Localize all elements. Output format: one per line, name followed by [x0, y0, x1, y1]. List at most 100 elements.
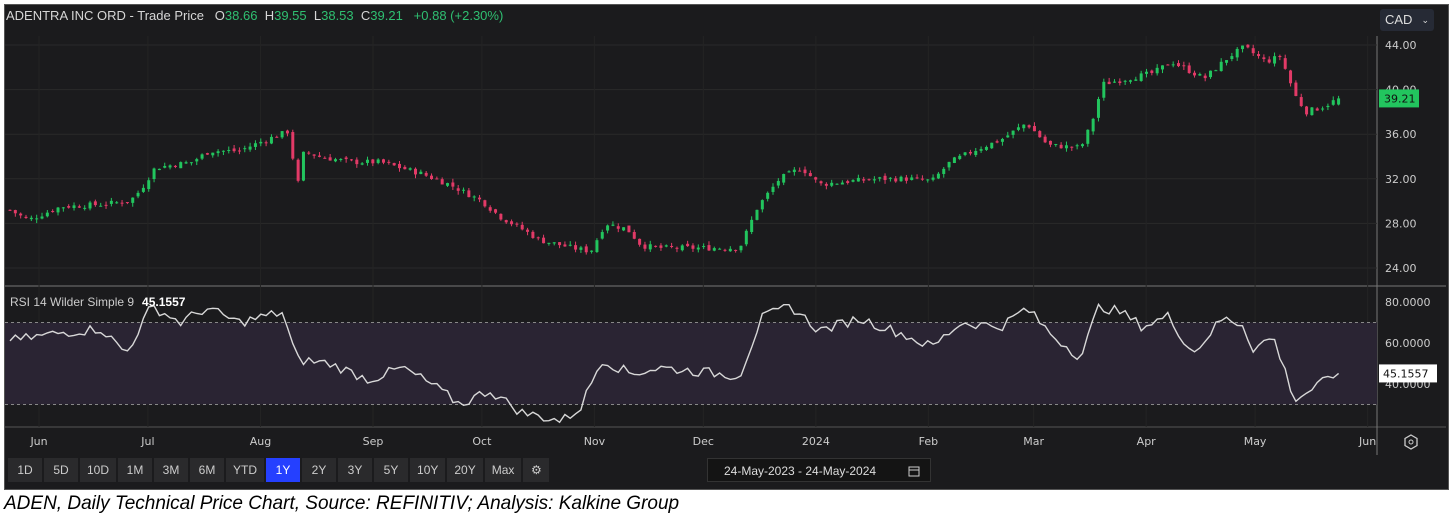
candle: [1064, 141, 1068, 152]
candle: [371, 158, 375, 167]
candle: [1086, 129, 1090, 147]
candle: [1278, 54, 1282, 61]
high-label: H: [264, 8, 275, 23]
candle: [1128, 79, 1132, 84]
candle: [179, 161, 183, 169]
candle: [456, 184, 460, 195]
candle: [1193, 70, 1197, 78]
candle: [307, 151, 311, 155]
candle: [333, 157, 337, 163]
candle: [563, 241, 567, 247]
candle: [93, 199, 97, 207]
range-button-6m[interactable]: 6M: [190, 458, 225, 482]
candle: [1043, 134, 1047, 144]
range-settings-icon[interactable]: ⚙: [523, 458, 550, 482]
candle: [1134, 76, 1138, 81]
candle: [67, 204, 71, 209]
candle: [184, 160, 188, 164]
candle: [328, 154, 332, 161]
candle: [824, 182, 828, 190]
candle: [136, 190, 140, 199]
range-button-5y[interactable]: 5Y: [374, 458, 409, 482]
range-button-1y[interactable]: 1Y: [266, 458, 301, 482]
candle: [1209, 70, 1213, 79]
candle: [627, 225, 631, 233]
candle: [600, 229, 604, 240]
candle: [355, 157, 359, 168]
rsi-legend-value: 45.1557: [142, 295, 186, 309]
candle: [675, 246, 679, 253]
price-tick-label: 36.00: [1385, 128, 1417, 141]
candle: [760, 199, 764, 213]
candle: [1112, 79, 1116, 83]
candle: [163, 162, 167, 169]
candle: [1006, 131, 1010, 138]
candle: [963, 151, 967, 157]
candle: [968, 149, 972, 156]
candle: [638, 238, 642, 247]
open-value: 38.66: [224, 8, 258, 23]
candle: [1187, 62, 1191, 74]
candle: [1139, 70, 1143, 82]
rsi-last-value: 45.1557: [1383, 367, 1429, 380]
candle: [1294, 80, 1298, 97]
candle: [718, 247, 722, 250]
range-button-3m[interactable]: 3M: [154, 458, 189, 482]
candle: [990, 142, 994, 150]
candle: [1118, 78, 1122, 86]
candle: [670, 242, 674, 249]
candle: [131, 197, 135, 207]
candle: [478, 194, 482, 203]
candle: [904, 174, 908, 184]
calendar-icon: [908, 466, 920, 477]
candle: [19, 212, 23, 219]
candle: [862, 176, 866, 184]
change-value: +0.88 (+2.30%): [413, 8, 504, 23]
candle: [947, 161, 951, 171]
candle: [419, 169, 423, 175]
candle: [1000, 137, 1004, 146]
range-button-2y[interactable]: 2Y: [302, 458, 337, 482]
range-button-10y[interactable]: 10Y: [410, 458, 446, 482]
range-button-1m[interactable]: 1M: [118, 458, 153, 482]
candle: [1326, 103, 1330, 111]
candle: [83, 205, 87, 211]
range-button-10d[interactable]: 10D: [80, 458, 117, 482]
currency-select[interactable]: CAD ⌄: [1380, 9, 1434, 31]
candle: [1102, 78, 1106, 101]
candle: [766, 191, 770, 202]
range-button-5d[interactable]: 5D: [44, 458, 78, 482]
range-button-ytd[interactable]: YTD: [226, 458, 265, 482]
candle: [1230, 52, 1234, 62]
candle: [40, 212, 44, 220]
candle: [579, 245, 583, 253]
range-button-max[interactable]: Max: [484, 458, 522, 482]
candle: [104, 201, 108, 209]
candle: [776, 178, 780, 189]
candle: [115, 201, 119, 204]
candle: [1080, 143, 1084, 148]
time-tick-label: Jun: [1358, 435, 1376, 448]
candle: [280, 130, 284, 139]
candle: [99, 202, 103, 207]
candle: [446, 182, 450, 187]
chart-svg[interactable]: 24.0028.0032.0036.0040.0044.00JunJulAugS…: [0, 0, 1454, 525]
candle: [317, 152, 321, 158]
candle: [152, 167, 156, 183]
candle: [392, 162, 396, 166]
range-button-1d[interactable]: 1D: [8, 458, 42, 482]
candle: [120, 199, 124, 207]
candle: [205, 152, 209, 155]
candle: [995, 139, 999, 144]
candle: [1246, 44, 1250, 49]
range-button-20y[interactable]: 20Y: [447, 458, 483, 482]
time-tick-label: Oct: [472, 435, 492, 448]
candle: [275, 135, 279, 138]
chart-settings-icon[interactable]: [1404, 434, 1418, 450]
date-range-picker[interactable]: 24-May-2023 - 24-May-2024: [707, 458, 931, 482]
price-tick-label: 24.00: [1385, 262, 1417, 275]
candle: [899, 175, 903, 182]
candle: [1123, 79, 1127, 86]
candle: [1262, 54, 1266, 63]
range-button-3y[interactable]: 3Y: [338, 458, 373, 482]
